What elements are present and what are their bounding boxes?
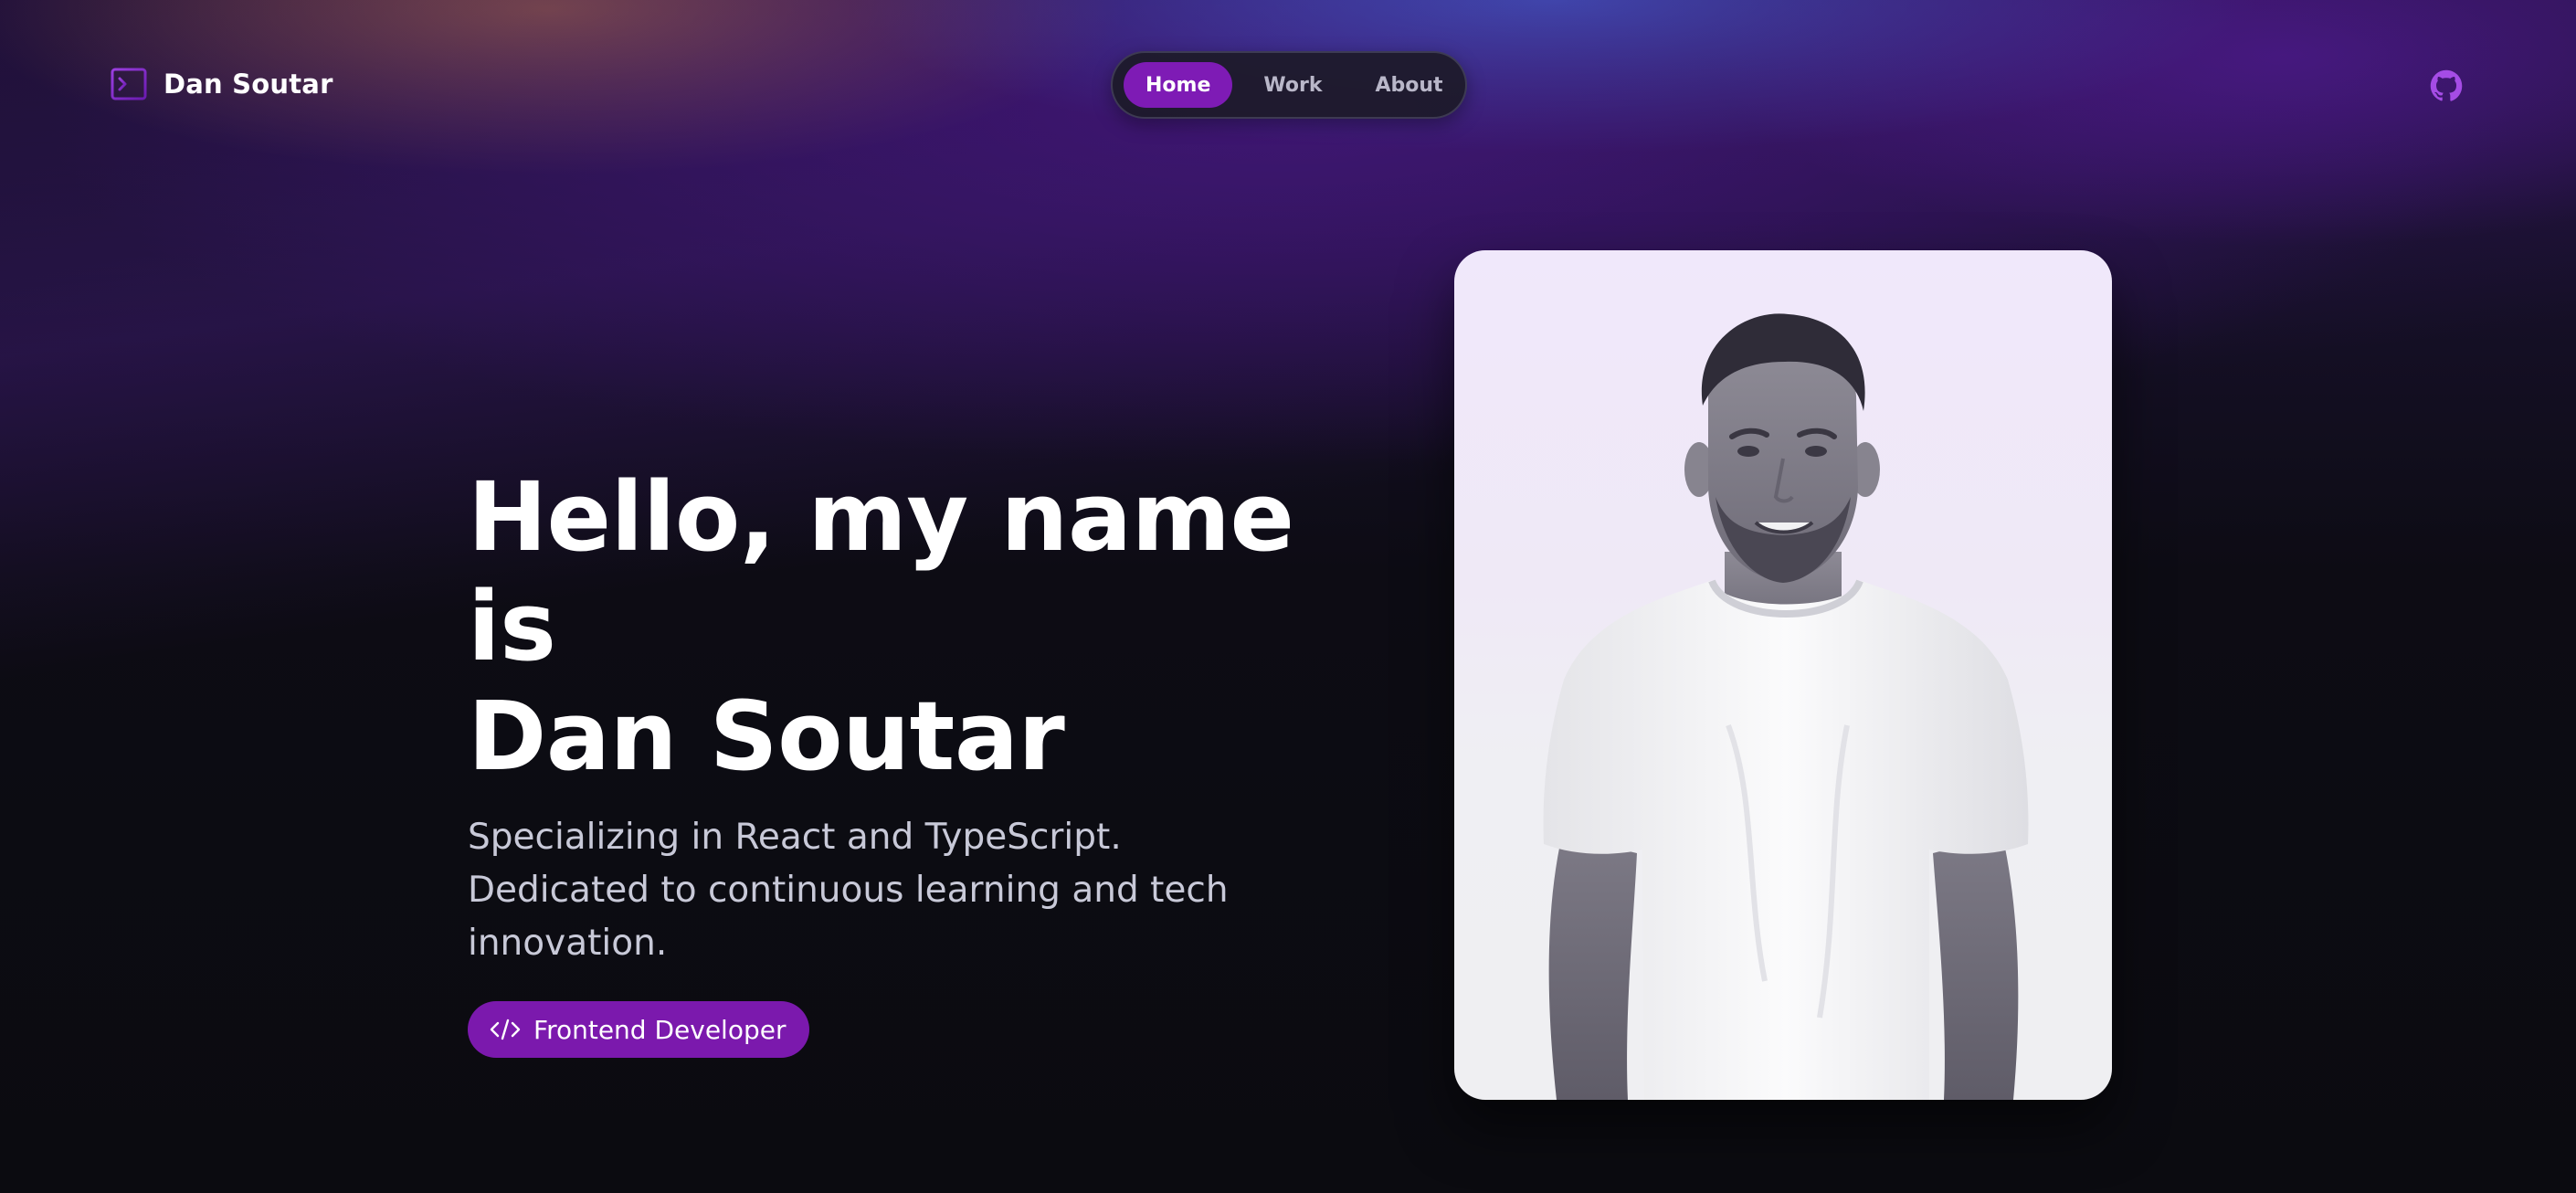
nav-about[interactable]: About — [1353, 62, 1464, 108]
hero-subtitle: Specializing in React and TypeScript. De… — [468, 817, 1229, 964]
brand-link[interactable]: Dan Soutar — [111, 68, 333, 100]
nav-home[interactable]: Home — [1124, 62, 1233, 108]
profile-photo — [1543, 313, 2029, 1100]
nav-work[interactable]: Work — [1241, 62, 1344, 108]
role-badge-label: Frontend Developer — [533, 1014, 787, 1045]
main-nav: Home Work About — [1111, 51, 1467, 119]
github-link[interactable] — [2430, 69, 2463, 102]
role-badge[interactable]: Frontend Developer — [468, 1001, 810, 1058]
profile-photo-card — [1454, 250, 2112, 1100]
hero-title-line-1: Hello, my name is — [468, 461, 1294, 682]
terminal-icon — [111, 68, 147, 100]
brand-name: Dan Soutar — [164, 69, 333, 100]
hero-section: Hello, my name is Dan Soutar Specializin… — [468, 462, 1345, 1058]
hero-title-line-2: Dan Soutar — [468, 681, 1065, 792]
github-icon — [2430, 69, 2463, 101]
code-icon — [490, 1019, 521, 1040]
page: Dan Soutar Home Work About Hello, my nam… — [0, 0, 2576, 1193]
hero-title: Hello, my name is Dan Soutar — [468, 462, 1345, 791]
